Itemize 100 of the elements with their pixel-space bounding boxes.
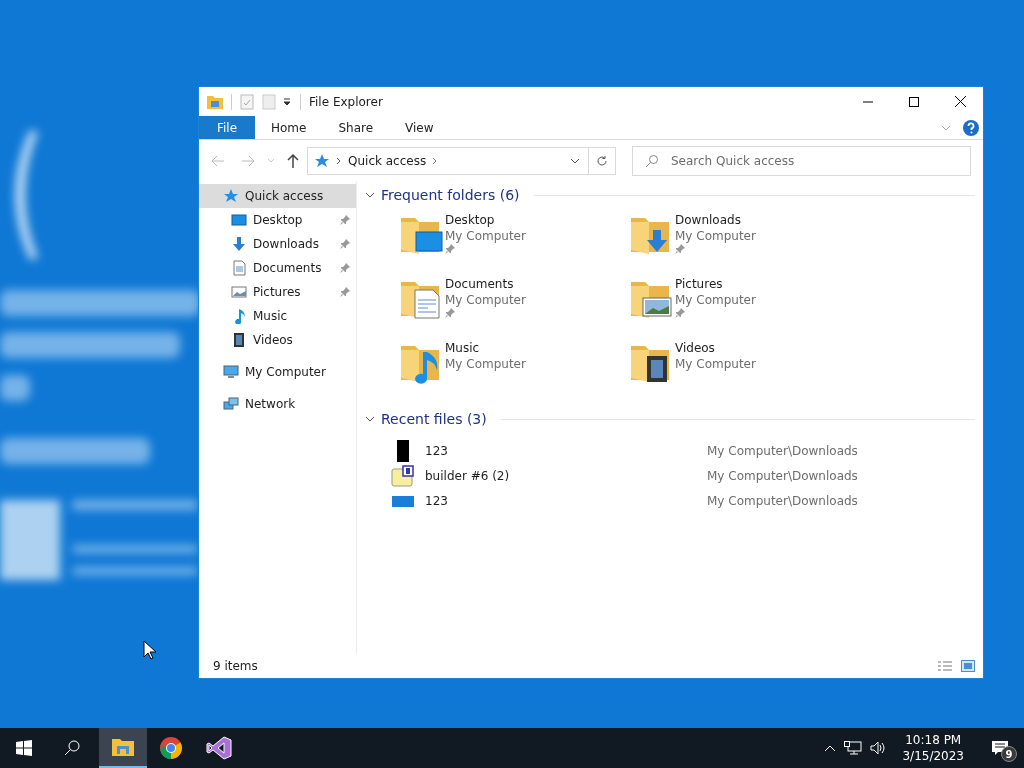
pin-icon: [675, 308, 685, 318]
ribbon-tab[interactable]: View: [389, 116, 450, 139]
up-icon[interactable]: [287, 154, 299, 168]
chevron-icon: [336, 157, 342, 165]
nav-item[interactable]: Downloads: [199, 232, 356, 256]
folder-location: My Computer: [445, 228, 526, 244]
address-path: Quick access: [348, 153, 427, 170]
nav-item[interactable]: Network: [199, 392, 356, 416]
star-icon: [314, 153, 330, 169]
nav-item-label: Pictures: [253, 284, 302, 301]
pin-icon: [340, 287, 350, 297]
registry-file-icon: [391, 464, 415, 487]
address-bar[interactable]: Quick access: [307, 147, 589, 175]
pin-icon: [445, 308, 455, 318]
search-icon: [645, 154, 659, 168]
nav-item[interactable]: Music: [199, 304, 356, 328]
chevron-icon: [432, 157, 439, 165]
file-name: 123: [425, 442, 449, 460]
pin-icon: [340, 263, 350, 273]
nav-item[interactable]: Documents: [199, 256, 356, 280]
desktop-icon: [231, 212, 247, 228]
dropdown-icon[interactable]: [570, 157, 580, 165]
mouse-cursor-icon: [143, 640, 157, 660]
picture-icon: [231, 284, 247, 300]
folder-tile[interactable]: Downloads My Computer: [629, 210, 859, 274]
windows-logo-icon: [16, 740, 32, 756]
nav-item-label: Music: [253, 308, 289, 325]
refresh-icon: [596, 155, 608, 167]
search-icon: [64, 740, 80, 756]
chevron-icon[interactable]: [365, 414, 375, 424]
chevron-icon[interactable]: [365, 190, 375, 200]
section-heading: Frequent folders (6): [381, 185, 520, 205]
folder-tile[interactable]: Videos My Computer: [629, 338, 859, 402]
folder-name: Documents: [445, 276, 515, 292]
monitor-icon: [223, 364, 239, 380]
clock-date: 3/15/2023: [902, 748, 964, 764]
pin-icon: [340, 215, 350, 225]
star-icon: [223, 188, 239, 204]
pin-icon: [445, 244, 455, 254]
document-icon: [231, 260, 247, 276]
file-row[interactable]: 123 My Computer\Downloads: [365, 488, 975, 513]
infinity-logo-icon: [206, 736, 232, 760]
network-icon[interactable]: [844, 741, 863, 755]
file-row[interactable]: builder #6 (2) My Computer\Downloads: [365, 463, 975, 488]
folder-tile[interactable]: Documents My Computer: [399, 274, 629, 338]
chrome-icon: [159, 736, 183, 760]
maximize-icon: [909, 96, 919, 107]
folder-location: My Computer: [675, 356, 756, 372]
folder-icon: [111, 737, 135, 757]
download-arrow-icon: [231, 236, 247, 252]
nav-item-label: Downloads: [253, 236, 320, 253]
nav-item-label: Documents: [253, 260, 323, 277]
search-input[interactable]: Search Quick access: [671, 152, 970, 170]
folder-name: Downloads: [675, 212, 742, 228]
caret-icon[interactable]: [282, 96, 292, 107]
window-title: File Explorer: [309, 93, 384, 111]
help-icon[interactable]: [963, 119, 979, 136]
pin-icon: [340, 239, 350, 249]
file-path: My Computer\Downloads: [707, 467, 858, 485]
notification-count: 9: [1001, 746, 1017, 762]
folder-tile[interactable]: Desktop My Computer: [399, 210, 629, 274]
nav-item[interactable]: Videos: [199, 328, 356, 352]
folder-location: My Computer: [445, 292, 526, 308]
file-path: My Computer\Downloads: [707, 492, 858, 510]
nav-item[interactable]: My Computer: [199, 360, 356, 384]
speaker-icon[interactable]: [870, 741, 887, 755]
ribbon-tab[interactable]: Share: [322, 116, 390, 139]
search-field[interactable]: Search Quick access: [632, 146, 971, 176]
file-name: 123: [425, 492, 449, 510]
folder-tile[interactable]: Music My Computer: [399, 338, 629, 402]
folder-name: Music: [445, 340, 481, 356]
folder-location: My Computer: [675, 228, 756, 244]
notifications-button[interactable]: 9: [976, 728, 1024, 768]
refresh-button[interactable]: [589, 147, 616, 175]
folder-tile[interactable]: Pictures My Computer: [629, 274, 859, 338]
folder-location: My Computer: [445, 356, 526, 372]
file-name: builder #6 (2): [425, 467, 511, 485]
ribbon-tab[interactable]: Home: [255, 116, 323, 139]
ribbon-tab[interactable]: File: [199, 116, 255, 139]
section-heading: Recent files (3): [381, 409, 487, 429]
item-count: 9 items: [213, 658, 259, 675]
folder-icon[interactable]: [207, 94, 223, 109]
folder-name: Pictures: [675, 276, 724, 292]
large-icons-view-icon[interactable]: [961, 660, 975, 672]
nav-item-label: Desktop: [253, 212, 304, 229]
file-row[interactable]: 123 My Computer\Downloads: [365, 438, 975, 463]
nav-item[interactable]: Quick access: [199, 184, 356, 208]
clock[interactable]: 10:18 PM 3/15/2023: [898, 732, 968, 764]
folder-location: My Computer: [675, 292, 756, 308]
nav-item[interactable]: Desktop: [199, 208, 356, 232]
folder-name: Desktop: [445, 212, 496, 228]
film-icon: [231, 332, 247, 348]
clock-time: 10:18 PM: [905, 732, 962, 748]
nav-item[interactable]: Pictures: [199, 280, 356, 304]
chevron-up-icon[interactable]: [824, 744, 837, 752]
folder-name: Videos: [675, 340, 716, 356]
pin-icon: [675, 244, 685, 254]
nav-item-label: Videos: [253, 332, 294, 349]
taskbar-button[interactable]: [99, 728, 147, 768]
file-path: My Computer\Downloads: [707, 442, 858, 460]
